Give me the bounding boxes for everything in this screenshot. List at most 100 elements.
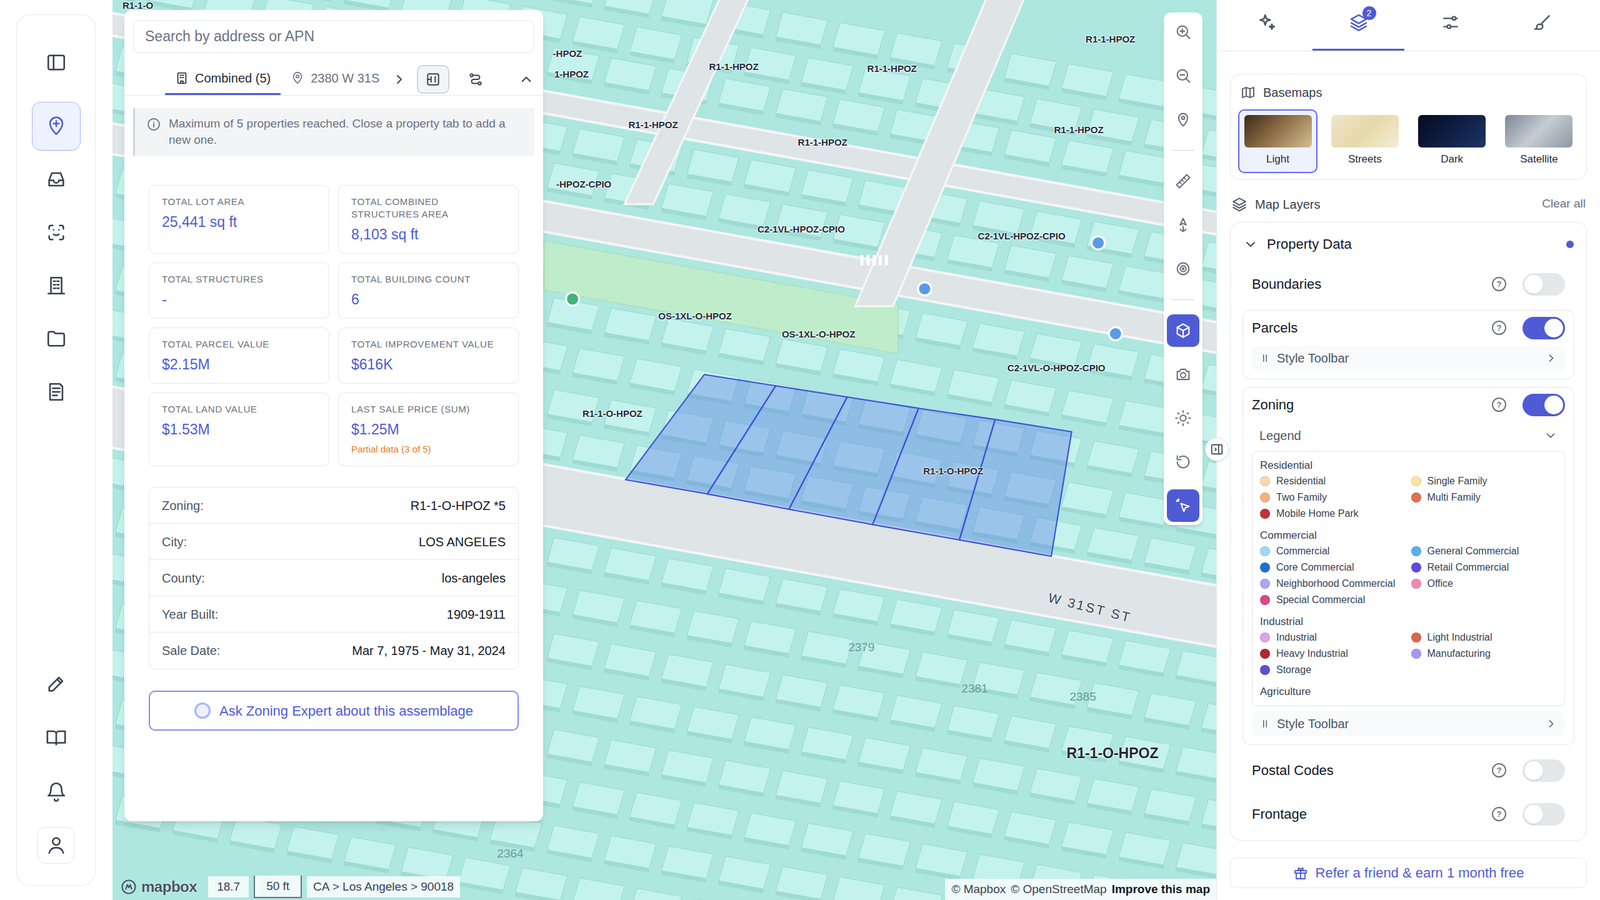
help-button[interactable]: ? bbox=[1491, 276, 1507, 292]
basemap-option[interactable]: Light bbox=[1238, 109, 1318, 174]
right-panel: 2BasemapsLightStreetsDarkSatelliteMap La… bbox=[1216, 0, 1600, 900]
layer-list: Boundaries?Parcels?Style ToolbarZoning?L… bbox=[1230, 266, 1587, 840]
attribution-link[interactable]: © Mapbox bbox=[951, 880, 1006, 899]
attribution-link[interactable]: © OpenStreetMap bbox=[1010, 880, 1107, 899]
ask-zoning-expert-button[interactable]: Ask Zoning Expert about this assemblage bbox=[148, 690, 519, 731]
map-tool-button[interactable] bbox=[1166, 15, 1200, 49]
help-button[interactable]: ? bbox=[1491, 806, 1507, 822]
sidebar-item[interactable] bbox=[31, 820, 81, 870]
chevron-up-icon[interactable] bbox=[518, 71, 535, 88]
stat-label: TOTAL COMBINED STRUCTURES AREA bbox=[351, 195, 506, 221]
sidebar-item[interactable] bbox=[31, 101, 81, 151]
property-tab[interactable]: 2380 W 31S bbox=[280, 63, 390, 95]
sidebar-item[interactable] bbox=[31, 367, 81, 417]
layer-item: Postal Codes? bbox=[1242, 752, 1575, 789]
legend-swatch bbox=[1260, 632, 1270, 643]
stat-label: TOTAL BUILDING COUNT bbox=[351, 273, 506, 286]
property-data-header[interactable]: Property Data bbox=[1230, 222, 1587, 267]
legend-toggle[interactable]: Legend bbox=[1251, 422, 1565, 449]
mapbox-wordmark: mapbox bbox=[141, 875, 197, 899]
right-tab[interactable] bbox=[1220, 0, 1313, 51]
map-tool-button[interactable] bbox=[1166, 103, 1200, 136]
sidebar-item[interactable] bbox=[31, 261, 81, 310]
style-toolbar-label: Style Toolbar bbox=[1276, 714, 1349, 734]
collapse-panel-button[interactable] bbox=[1205, 437, 1229, 462]
sidebar-item[interactable] bbox=[31, 208, 81, 257]
sidebar-item[interactable] bbox=[31, 314, 81, 364]
chevron-down-icon[interactable] bbox=[1243, 236, 1259, 252]
legend-grid: ResidentialSingle FamilyTwo FamilyMulti … bbox=[1260, 473, 1557, 522]
help-button[interactable]: ? bbox=[1491, 397, 1507, 412]
layer-label: Boundaries bbox=[1251, 273, 1476, 295]
search-field[interactable] bbox=[133, 20, 535, 54]
info-icon bbox=[146, 116, 162, 132]
sparkles-icon bbox=[1256, 12, 1277, 33]
style-toolbar-row[interactable]: Style Toolbar bbox=[1251, 711, 1565, 737]
zoom-out-icon bbox=[1174, 66, 1192, 85]
legend-item: Special Commercial bbox=[1260, 591, 1407, 609]
layer-header: Postal Codes? bbox=[1243, 753, 1574, 789]
map-tool-button[interactable] bbox=[1166, 165, 1200, 198]
help-button[interactable]: ? bbox=[1491, 763, 1507, 778]
tab-tool-button[interactable] bbox=[416, 65, 450, 94]
stat-label: TOTAL STRUCTURES bbox=[161, 273, 317, 286]
layer-item: Zoning?LegendResidentialResidentialSingl… bbox=[1242, 386, 1575, 745]
clear-all-button[interactable]: Clear all bbox=[1541, 195, 1586, 214]
map-tool-button[interactable] bbox=[1166, 252, 1200, 285]
map-tool-button[interactable] bbox=[1166, 358, 1200, 391]
toggle[interactable] bbox=[1522, 273, 1565, 296]
map[interactable]: R1-1-O-HPOZ1-HPOZR1-1-HPOZR1-1-HPOZR1-1-… bbox=[112, 0, 1217, 900]
property-tab[interactable]: Combined (5) bbox=[165, 63, 281, 95]
sidebar-item[interactable] bbox=[31, 155, 81, 204]
details-value: Mar 7, 1975 - May 31, 2024 bbox=[351, 641, 506, 660]
target-icon bbox=[1174, 260, 1192, 278]
improve-map-link[interactable]: Improve this map bbox=[1111, 880, 1210, 899]
layer-header: Zoning? bbox=[1243, 387, 1574, 423]
property-data-title: Property Data bbox=[1266, 233, 1352, 255]
toggle[interactable] bbox=[1522, 803, 1565, 826]
legend-item: Two Family bbox=[1260, 489, 1407, 506]
referral-button[interactable]: Refer a friend & earn 1 month free bbox=[1230, 857, 1587, 889]
map-tool-button[interactable] bbox=[1166, 208, 1200, 242]
sidebar-item[interactable] bbox=[31, 766, 81, 816]
legend-swatch bbox=[1411, 562, 1422, 573]
bell-icon bbox=[45, 780, 67, 802]
basemap-option[interactable]: Streets bbox=[1325, 109, 1405, 174]
toggle[interactable] bbox=[1522, 393, 1565, 417]
property-data-card: Property DataBoundaries?Parcels?Style To… bbox=[1230, 221, 1587, 841]
sidebar-item[interactable] bbox=[31, 659, 81, 709]
right-tab[interactable]: 2 bbox=[1312, 0, 1405, 51]
mapbox-logo[interactable]: mapbox bbox=[120, 875, 204, 899]
legend-swatch bbox=[1260, 546, 1270, 557]
sidebar-item[interactable] bbox=[31, 713, 81, 762]
zone-label: R1-1-HPOZ bbox=[1054, 125, 1104, 135]
search-input[interactable] bbox=[145, 20, 523, 53]
map-tool-button[interactable] bbox=[1166, 314, 1200, 347]
camera-icon bbox=[1174, 365, 1192, 384]
toggle-knob bbox=[1524, 761, 1544, 780]
sidebar-item[interactable] bbox=[31, 38, 81, 87]
map-tool-button[interactable] bbox=[1166, 401, 1200, 435]
right-tab[interactable] bbox=[1496, 0, 1589, 51]
basemap-option[interactable]: Dark bbox=[1412, 109, 1492, 174]
legend-item: Retail Commercial bbox=[1411, 559, 1558, 576]
layer-item: Boundaries? bbox=[1242, 266, 1575, 303]
chevron-right-icon[interactable] bbox=[391, 71, 407, 87]
layer-header: Parcels? bbox=[1243, 310, 1574, 346]
stat-card: TOTAL IMPROVEMENT VALUE$616K bbox=[338, 327, 519, 384]
badge: 2 bbox=[1362, 6, 1377, 20]
right-tab[interactable] bbox=[1404, 0, 1497, 51]
zone-label: R1-1-HPOZ bbox=[709, 61, 759, 72]
basemap-option[interactable]: Satellite bbox=[1499, 109, 1579, 174]
chevron-right-icon bbox=[1545, 351, 1558, 365]
toggle[interactable] bbox=[1522, 316, 1565, 340]
map-tool-button[interactable] bbox=[1166, 59, 1200, 92]
tab-tool-button[interactable] bbox=[459, 65, 492, 94]
help-button[interactable]: ? bbox=[1491, 320, 1507, 335]
toggle[interactable] bbox=[1522, 759, 1565, 782]
style-toolbar-row[interactable]: Style Toolbar bbox=[1251, 345, 1565, 372]
document-icon bbox=[45, 381, 67, 403]
map-footer: mapbox18.750 ftCA > Los Angeles > 90018 bbox=[120, 875, 460, 899]
map-tool-button[interactable] bbox=[1166, 445, 1200, 479]
map-tool-button[interactable] bbox=[1166, 489, 1200, 522]
